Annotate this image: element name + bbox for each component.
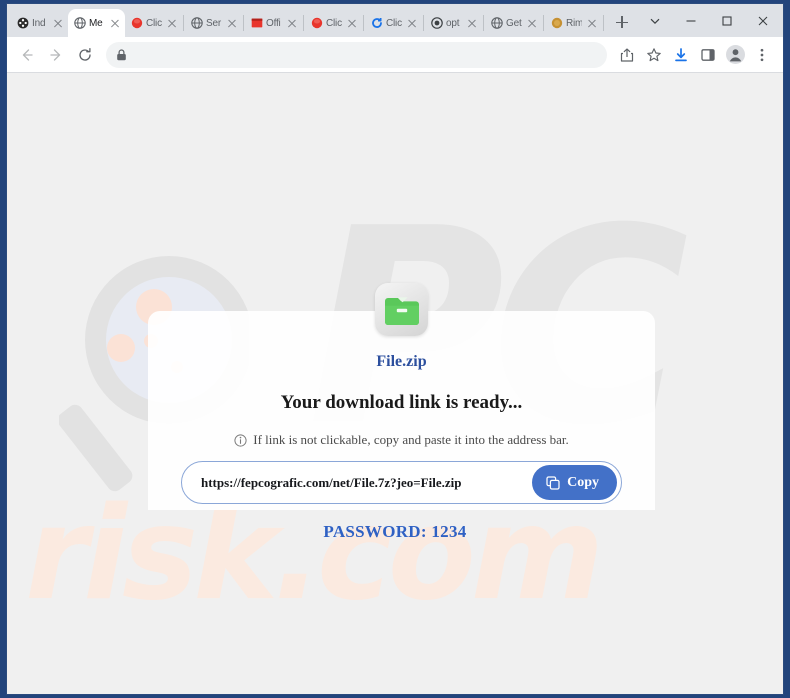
tabs-container: Ind Me Clic Ser Offi Clic Clic opt Get Rim [11,9,605,37]
arrow-left-icon [22,48,33,61]
globe-icon [491,17,503,29]
tab-title: Clic [146,17,162,29]
tab-close-button[interactable] [345,17,358,30]
profile-button[interactable] [722,42,748,68]
browser-tab-5[interactable]: Clic [305,9,362,37]
page-headline: Your download link is ready... [280,392,523,413]
file-icon-wrapper [148,283,655,336]
browser-window: Ind Me Clic Ser Offi Clic Clic opt Get Rim [6,3,784,695]
download-card: File.zip Your download link is ready... … [148,283,655,510]
lock-icon [117,48,126,60]
avatar-icon [725,45,745,64]
copy-button[interactable]: Copy [532,465,617,500]
tab-close-button[interactable] [465,17,478,30]
tab-separator [603,15,604,31]
download-icon [675,47,687,61]
tab-title: Ser [206,17,221,29]
new-tab-button[interactable] [609,9,635,35]
info-circle-icon [234,433,247,447]
amber-circle-icon [551,17,563,29]
red-circle-icon [131,17,143,29]
tab-close-button[interactable] [405,17,418,30]
side-panel-icon [701,48,715,61]
browser-tab-3[interactable]: Ser [185,9,242,37]
kebab-menu-icon [760,48,764,61]
tab-close-button[interactable] [51,17,64,30]
tab-close-button[interactable] [525,17,538,30]
globe-icon [74,17,86,29]
browser-tab-4[interactable]: Offi [245,9,302,37]
tab-search-button[interactable] [637,5,673,36]
tab-title: Clic [326,17,342,29]
tab-title: Get [506,17,522,29]
downloads-button[interactable] [668,42,694,68]
browser-tab-0[interactable]: Ind [11,9,68,37]
target-icon [431,17,443,29]
browser-toolbar [7,37,783,73]
globe-icon [191,17,203,29]
browser-tab-8[interactable]: Get [485,9,542,37]
tab-strip: Ind Me Clic Ser Offi Clic Clic opt Get Rim [7,4,783,37]
tab-close-button[interactable] [165,17,178,30]
film-reel-icon [17,17,29,29]
chevron-down-icon [650,18,660,24]
reload-icon [79,47,91,61]
download-link-field[interactable]: https://fepcografic.com/net/File.7z?jeo=… [181,461,622,504]
close-icon [758,16,768,25]
tab-close-button[interactable] [585,17,598,30]
window-controls [637,4,783,37]
tab-separator [543,15,544,31]
tab-title: Me [89,17,103,29]
browser-tab-7[interactable]: opt [425,9,482,37]
minimize-icon [686,19,696,22]
tab-separator [363,15,364,31]
tab-separator [183,15,184,31]
red-circle-icon [311,17,323,29]
maximize-icon [722,15,732,26]
browser-tab-1[interactable]: Me [68,9,125,37]
browser-menu-button[interactable] [749,42,775,68]
forward-button[interactable] [42,41,70,69]
minimize-button[interactable] [673,5,709,36]
tab-close-button[interactable] [225,17,238,30]
tab-title: Offi [266,17,281,29]
browser-tab-6[interactable]: Clic [365,9,422,37]
bookmark-button[interactable] [641,42,667,68]
reload-button[interactable] [71,41,99,69]
file-name-label: File.zip [376,353,427,370]
red-window-icon [251,18,263,28]
risk-watermark: risk.com [25,480,604,629]
share-button[interactable] [614,42,640,68]
copy-icon [546,475,560,490]
page-viewport: PC risk.com File.zip Your download link … [7,73,783,694]
blue-refresh-icon [372,18,382,28]
tab-separator [303,15,304,31]
browser-tab-9[interactable]: Rim [545,9,602,37]
hint-text: If link is not clickable, copy and paste… [253,432,569,447]
tab-title: opt [446,17,460,29]
password-label: PASSWORD: 1234 [323,522,467,541]
download-link-text: https://fepcografic.com/net/File.7z?jeo=… [201,474,462,490]
zip-folder-icon [375,283,428,336]
browser-tab-2[interactable]: Clic [125,9,182,37]
close-button[interactable] [745,5,781,36]
tab-title: Rim [566,17,582,29]
tab-separator [423,15,424,31]
tab-close-button[interactable] [108,17,121,30]
tab-title: Ind [32,17,46,29]
tab-separator [483,15,484,31]
hint-row: If link is not clickable, copy and paste… [148,432,655,448]
arrow-right-icon [50,48,61,61]
share-icon [620,47,634,62]
tab-close-button[interactable] [285,17,298,30]
copy-button-label: Copy [567,474,599,490]
back-button[interactable] [13,41,41,69]
star-icon [647,47,661,61]
tab-separator [243,15,244,31]
address-bar[interactable] [106,41,607,68]
side-panel-button[interactable] [695,42,721,68]
zip-folder-glyph [384,296,419,325]
tab-title: Clic [386,17,402,29]
maximize-button[interactable] [709,5,745,36]
